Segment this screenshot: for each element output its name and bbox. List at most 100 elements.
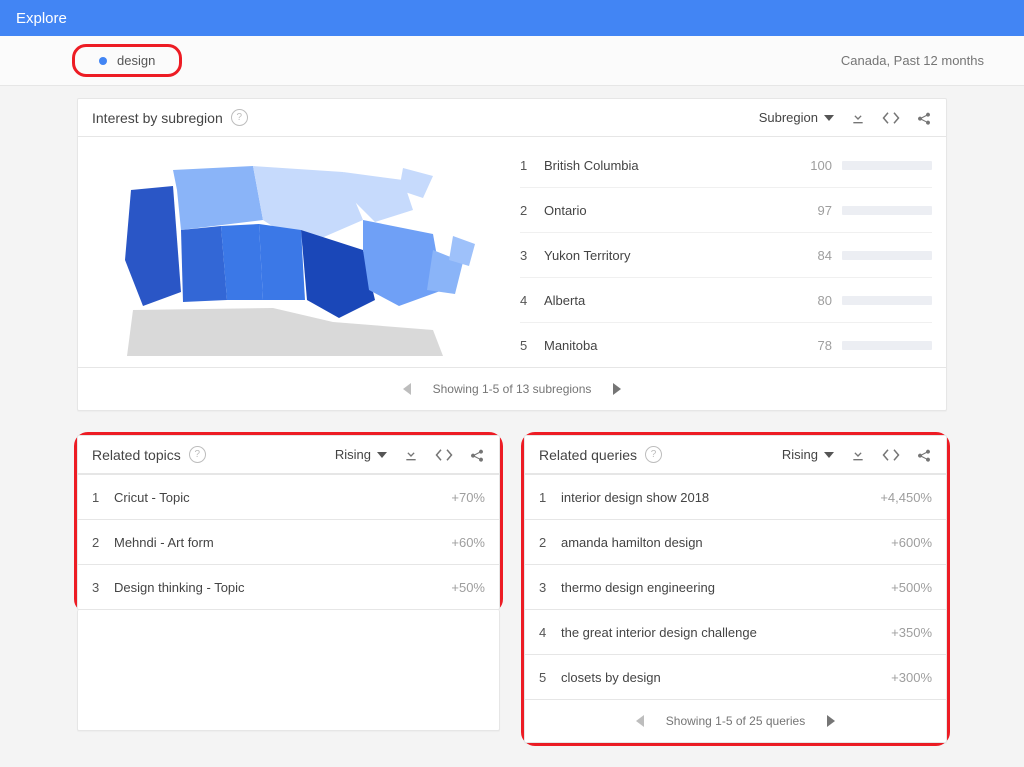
chip-label: design bbox=[117, 53, 155, 68]
share-icon[interactable] bbox=[469, 447, 485, 463]
topic-delta: +70% bbox=[451, 490, 485, 505]
query-delta: +500% bbox=[891, 580, 932, 595]
region-value: 97 bbox=[798, 203, 842, 218]
topics-card-title: Related topics bbox=[92, 447, 181, 463]
embed-icon[interactable] bbox=[882, 111, 900, 125]
chip-dot-icon bbox=[99, 57, 107, 65]
region-card: Interest by subregion ? Subregion bbox=[77, 98, 947, 411]
query-row[interactable]: 3 thermo design engineering +500% bbox=[525, 564, 946, 609]
query-row[interactable]: 5 closets by design +300% bbox=[525, 654, 946, 699]
share-icon[interactable] bbox=[916, 447, 932, 463]
annotation-related-topics: Related topics ? Rising 1 bbox=[74, 432, 503, 613]
download-icon[interactable] bbox=[850, 447, 866, 463]
topics-card-header: Related topics ? Rising bbox=[78, 436, 499, 474]
topics-card: Related topics ? Rising 1 bbox=[77, 435, 500, 610]
rank-number: 1 bbox=[520, 158, 544, 173]
region-name: Alberta bbox=[544, 293, 798, 308]
queries-card-header: Related queries ? Rising bbox=[525, 436, 946, 474]
region-name: Ontario bbox=[544, 203, 798, 218]
rank-number: 5 bbox=[539, 670, 561, 685]
queries-sort-dropdown[interactable]: Rising bbox=[782, 447, 834, 462]
topic-row[interactable]: 2 Mehndi - Art form +60% bbox=[78, 519, 499, 564]
download-icon[interactable] bbox=[850, 110, 866, 126]
rank-number: 1 bbox=[92, 490, 114, 505]
annotation-related-queries: Related queries ? Rising 1 bbox=[521, 432, 950, 746]
search-terms-bar: design Canada, Past 12 months bbox=[0, 36, 1024, 86]
region-bar bbox=[842, 206, 932, 215]
pager-next-icon[interactable] bbox=[613, 383, 621, 395]
rank-number: 2 bbox=[92, 535, 114, 550]
query-name: interior design show 2018 bbox=[561, 490, 880, 505]
queries-sort-label: Rising bbox=[782, 447, 818, 462]
share-icon[interactable] bbox=[916, 110, 932, 126]
annotation-search-term: design bbox=[72, 44, 182, 77]
query-delta: +600% bbox=[891, 535, 932, 550]
rank-number: 1 bbox=[539, 490, 561, 505]
help-icon[interactable]: ? bbox=[645, 446, 662, 463]
pager-prev-icon[interactable] bbox=[403, 383, 411, 395]
query-name: amanda hamilton design bbox=[561, 535, 891, 550]
query-name: thermo design engineering bbox=[561, 580, 891, 595]
topic-name: Cricut - Topic bbox=[114, 490, 451, 505]
region-scope-dropdown[interactable]: Subregion bbox=[759, 110, 834, 125]
region-bar bbox=[842, 341, 932, 350]
query-row[interactable]: 4 the great interior design challenge +3… bbox=[525, 609, 946, 654]
queries-card: Related queries ? Rising 1 bbox=[524, 435, 947, 743]
topic-name: Design thinking - Topic bbox=[114, 580, 451, 595]
help-icon[interactable]: ? bbox=[189, 446, 206, 463]
query-row[interactable]: 2 amanda hamilton design +600% bbox=[525, 519, 946, 564]
region-ranking: 1 British Columbia 100 2 Ontario 97 3 Yu… bbox=[520, 143, 946, 367]
region-name: Manitoba bbox=[544, 338, 798, 353]
region-card-header: Interest by subregion ? Subregion bbox=[78, 99, 946, 137]
rank-number: 4 bbox=[520, 293, 544, 308]
query-name: closets by design bbox=[561, 670, 891, 685]
pager-prev-icon[interactable] bbox=[636, 715, 644, 727]
topics-sort-dropdown[interactable]: Rising bbox=[335, 447, 387, 462]
topic-name: Mehndi - Art form bbox=[114, 535, 451, 550]
topic-row[interactable]: 3 Design thinking - Topic +50% bbox=[78, 564, 499, 609]
help-icon[interactable]: ? bbox=[231, 109, 248, 126]
rank-number: 2 bbox=[520, 203, 544, 218]
queries-card-title: Related queries bbox=[539, 447, 637, 463]
rank-number: 4 bbox=[539, 625, 561, 640]
region-row[interactable]: 5 Manitoba 78 bbox=[520, 323, 932, 367]
region-value: 100 bbox=[798, 158, 842, 173]
rank-number: 3 bbox=[520, 248, 544, 263]
query-delta: +350% bbox=[891, 625, 932, 640]
region-row[interactable]: 1 British Columbia 100 bbox=[520, 143, 932, 188]
rank-number: 3 bbox=[539, 580, 561, 595]
region-value: 78 bbox=[798, 338, 842, 353]
topics-sort-label: Rising bbox=[335, 447, 371, 462]
region-name: Yukon Territory bbox=[544, 248, 798, 263]
region-card-title: Interest by subregion bbox=[92, 110, 223, 126]
region-scope-label: Subregion bbox=[759, 110, 818, 125]
pager-label: Showing 1-5 of 25 queries bbox=[666, 714, 805, 728]
app-header: Explore bbox=[0, 0, 1024, 36]
query-delta: +300% bbox=[891, 670, 932, 685]
region-row[interactable]: 3 Yukon Territory 84 bbox=[520, 233, 932, 278]
search-term-chip[interactable]: design bbox=[83, 49, 171, 72]
topic-row[interactable]: 1 Cricut - Topic +70% bbox=[78, 474, 499, 519]
download-icon[interactable] bbox=[403, 447, 419, 463]
region-pager: Showing 1-5 of 13 subregions bbox=[78, 367, 946, 410]
embed-icon[interactable] bbox=[435, 448, 453, 462]
region-bar bbox=[842, 251, 932, 260]
region-map[interactable] bbox=[78, 143, 508, 367]
rank-number: 5 bbox=[520, 338, 544, 353]
region-bar bbox=[842, 296, 932, 305]
region-value: 84 bbox=[798, 248, 842, 263]
region-bar bbox=[842, 161, 932, 170]
pager-label: Showing 1-5 of 13 subregions bbox=[433, 382, 592, 396]
region-name: British Columbia bbox=[544, 158, 798, 173]
region-row[interactable]: 2 Ontario 97 bbox=[520, 188, 932, 233]
queries-pager: Showing 1-5 of 25 queries bbox=[525, 699, 946, 742]
query-row[interactable]: 1 interior design show 2018 +4,450% bbox=[525, 474, 946, 519]
embed-icon[interactable] bbox=[882, 448, 900, 462]
caret-down-icon bbox=[824, 452, 834, 458]
region-row[interactable]: 4 Alberta 80 bbox=[520, 278, 932, 323]
topic-delta: +60% bbox=[451, 535, 485, 550]
topic-delta: +50% bbox=[451, 580, 485, 595]
pager-next-icon[interactable] bbox=[827, 715, 835, 727]
query-name: the great interior design challenge bbox=[561, 625, 891, 640]
query-delta: +4,450% bbox=[880, 490, 932, 505]
